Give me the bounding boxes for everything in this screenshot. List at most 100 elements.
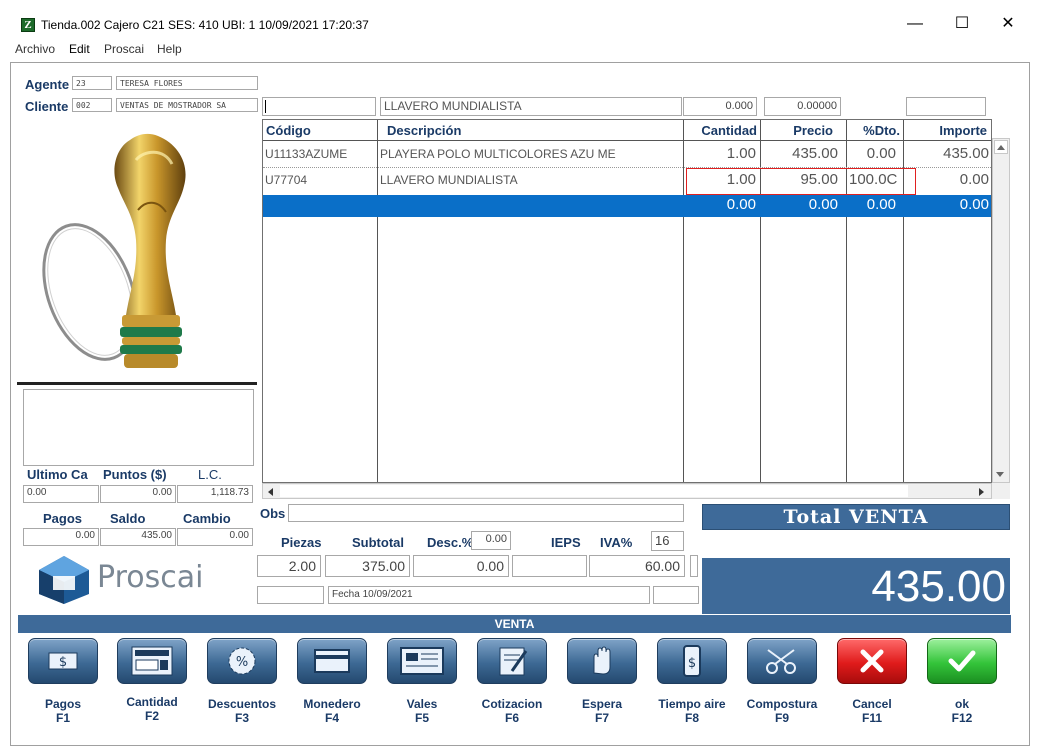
scissors-icon — [766, 649, 796, 674]
entry-price-field[interactable]: 0.00000 — [764, 97, 841, 116]
entry-code-field[interactable] — [262, 97, 376, 116]
cancel-button[interactable] — [837, 638, 907, 684]
row1-price[interactable]: 435.00 — [760, 145, 838, 162]
header-dto[interactable]: %Dto. — [846, 123, 900, 138]
lc-field: 1,118.73 — [177, 485, 253, 503]
total-label: Total VENTA — [702, 504, 1010, 530]
selected-importe[interactable]: 0.00 — [903, 196, 989, 213]
scroll-down-button[interactable] — [994, 467, 1008, 481]
check-icon — [948, 650, 976, 672]
svg-text:$: $ — [59, 655, 67, 670]
agente-code-field[interactable]: 23 — [72, 76, 112, 90]
title-bar: Z Tienda.002 Cajero C21 SES: 410 UBI: 1 … — [0, 0, 1037, 38]
product-image — [42, 133, 186, 368]
row1-qty[interactable]: 1.00 — [683, 145, 756, 162]
iva-label: IVA% — [600, 535, 633, 550]
vertical-scrollbar[interactable] — [992, 138, 1010, 483]
arrow-right-icon — [979, 488, 984, 496]
obs-label: Obs — [260, 506, 286, 521]
saldo-label: Saldo — [110, 511, 146, 526]
divider — [17, 382, 257, 385]
svg-text:%: % — [236, 655, 248, 670]
cambio-field: 0.00 — [177, 528, 253, 546]
cotizacion-button[interactable] — [477, 638, 547, 684]
scroll-up-button[interactable] — [994, 140, 1008, 154]
cancel-button-label: Cancel F11 — [852, 697, 892, 725]
monedero-button[interactable] — [297, 638, 367, 684]
selected-price[interactable]: 0.00 — [760, 196, 838, 213]
horizontal-scrollbar[interactable] — [262, 483, 992, 499]
ultimo-label: Ultimo Ca — [27, 467, 88, 482]
compostura-button[interactable] — [747, 638, 817, 684]
row1-importe[interactable]: 435.00 — [903, 145, 989, 162]
row2-code[interactable]: U77704 — [265, 173, 307, 187]
scroll-left-button[interactable] — [265, 485, 279, 497]
header-importe[interactable]: Importe — [903, 123, 987, 138]
row1-code[interactable]: U11133AZUME — [265, 147, 347, 161]
cotizacion-button-label: Cotizacion F6 — [481, 697, 543, 725]
espera-button[interactable] — [567, 638, 637, 684]
header-precio[interactable]: Precio — [760, 123, 833, 138]
desc-pct-field[interactable]: 0.00 — [471, 531, 511, 550]
scroll-right-button[interactable] — [975, 485, 989, 497]
ok-button-label: ok F12 — [951, 697, 973, 725]
voucher-icon — [400, 647, 444, 675]
money-icon: $ — [48, 652, 78, 670]
vales-button-label: Vales F5 — [406, 697, 438, 725]
scroll-corner — [992, 483, 1010, 499]
saldo-field: 435.00 — [100, 528, 176, 546]
puntos-label: Puntos ($) — [103, 467, 167, 482]
entry-description-field[interactable]: LLAVERO MUNDIALISTA — [380, 97, 682, 116]
tiempo-aire-button[interactable]: $ — [657, 638, 727, 684]
entry-extra-field[interactable] — [906, 97, 986, 116]
cantidad-button[interactable] — [117, 638, 187, 684]
header-cantidad[interactable]: Cantidad — [683, 123, 757, 138]
row1-dto[interactable]: 0.00 — [846, 145, 896, 162]
pagos-button[interactable]: $ — [28, 638, 98, 684]
ieps-field — [512, 555, 587, 577]
desc-field: 0.00 — [413, 555, 509, 577]
header-descripcion[interactable]: Descripción — [387, 123, 461, 138]
row1-description[interactable]: PLAYERA POLO MULTICOLORES AZU ME — [380, 147, 616, 161]
minimize-button[interactable]: — — [895, 10, 935, 38]
fecha-field: Fecha 10/09/2021 — [328, 586, 650, 604]
selected-dto[interactable]: 0.00 — [846, 196, 896, 213]
arrow-left-icon — [268, 488, 273, 496]
menu-help[interactable]: Help — [157, 42, 182, 56]
piezas-label: Piezas — [281, 535, 322, 550]
agente-name-field[interactable]: TERESA FLORES — [116, 76, 258, 90]
header-codigo[interactable]: Código — [266, 123, 311, 138]
selected-qty[interactable]: 0.00 — [683, 196, 756, 213]
selected-row[interactable]: 0.00 0.00 0.00 0.00 — [263, 195, 991, 217]
iva-pct-field[interactable]: 16 — [651, 531, 684, 551]
puntos-field: 0.00 — [100, 485, 176, 503]
edit-highlight — [686, 168, 916, 195]
footer-left-field — [257, 586, 324, 604]
cambio-label: Cambio — [183, 511, 231, 526]
descuentos-button[interactable]: % — [207, 638, 277, 684]
cliente-name-field[interactable]: VENTAS DE MOSTRADOR SA — [116, 98, 258, 112]
ultimo-field: 0.00 — [23, 485, 99, 503]
window-title: Tienda.002 Cajero C21 SES: 410 UBI: 1 10… — [41, 18, 369, 32]
notes-area[interactable] — [23, 389, 254, 466]
menu-archivo[interactable]: Archivo — [15, 42, 55, 56]
quote-icon — [499, 647, 528, 676]
row2-description[interactable]: LLAVERO MUNDIALISTA — [380, 173, 518, 187]
obs-field[interactable] — [288, 504, 684, 522]
close-button[interactable]: ✕ — [988, 10, 1028, 38]
svg-text:$: $ — [688, 656, 696, 671]
subtotal-label: Subtotal — [352, 535, 404, 550]
scroll-thumb[interactable] — [280, 485, 908, 497]
tiempo-aire-button-label: Tiempo aire F8 — [658, 697, 726, 725]
menu-proscai[interactable]: Proscai — [104, 42, 144, 56]
percent-icon: % — [228, 647, 256, 675]
espera-button-label: Espera F7 — [581, 697, 623, 725]
vales-button[interactable] — [387, 638, 457, 684]
items-grid[interactable]: Código Descripción Cantidad Precio %Dto.… — [262, 119, 992, 483]
arrow-up-icon — [997, 145, 1005, 150]
entry-qty-field[interactable]: 0.000 — [683, 97, 757, 116]
ok-button[interactable] — [927, 638, 997, 684]
menu-edit[interactable]: Edit — [69, 42, 90, 56]
maximize-button[interactable]: ☐ — [942, 10, 982, 38]
cliente-code-field[interactable]: 002 — [72, 98, 112, 112]
